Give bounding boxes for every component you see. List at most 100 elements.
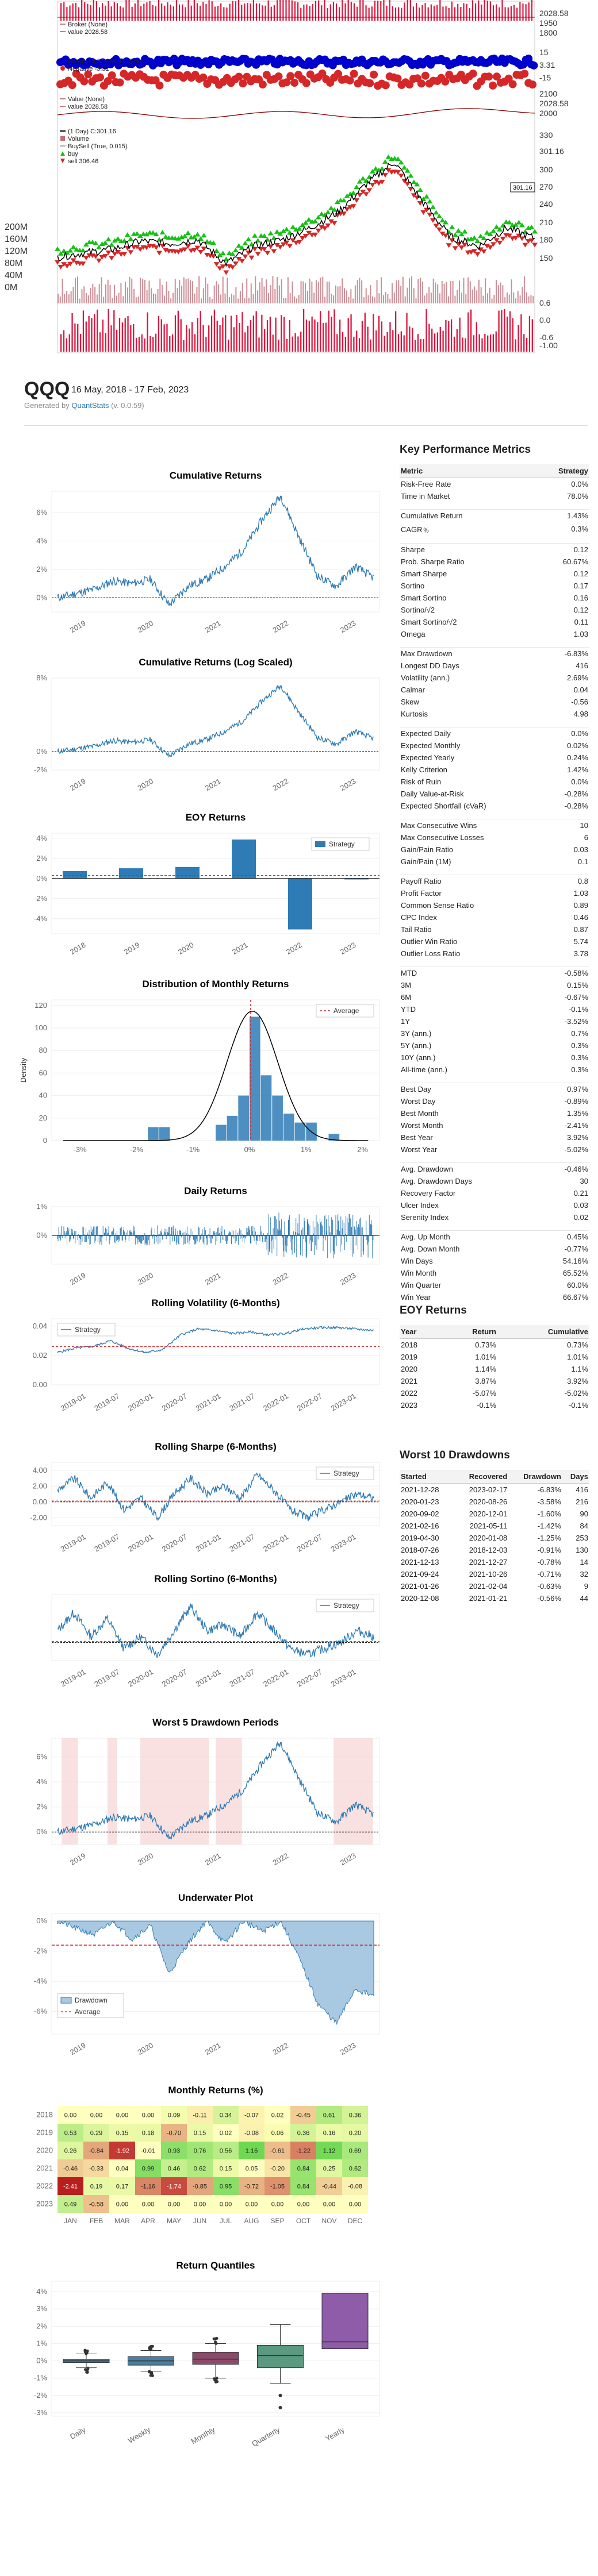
- x-tick-label: 2023-01: [329, 1532, 358, 1554]
- buy-marker: [201, 233, 207, 238]
- signal-bar: [417, 334, 419, 352]
- x-tick-label: 2019-07: [93, 1392, 121, 1413]
- volume-bar: [70, 291, 72, 303]
- broker-bar: [398, 7, 400, 21]
- heatmap-col-label: AUG: [244, 2217, 259, 2225]
- volume-bar: [515, 298, 517, 303]
- heatmap-value: 0.06: [271, 2130, 283, 2137]
- chart-title: Return Quantiles: [177, 2260, 255, 2271]
- table-cell: 2020-01-08: [469, 1534, 508, 1542]
- volume-bar: [315, 280, 317, 303]
- table-cell: 0.17: [573, 582, 588, 590]
- broker-bar: [329, 4, 331, 21]
- table-cell: 0.03: [573, 1201, 588, 1210]
- x-tick-label: 2022: [285, 941, 304, 956]
- table-cell: 0.21: [573, 1189, 588, 1197]
- heatmap-value: 0.84: [297, 2184, 309, 2190]
- chart-title: Daily Returns: [184, 1185, 247, 1196]
- buy-marker: [246, 236, 251, 241]
- sell-marker: [458, 245, 465, 251]
- table-row: Avg. Up Month 0.45%: [400, 1231, 589, 1243]
- broker-bar: [401, 7, 402, 21]
- sell-marker: [315, 228, 321, 233]
- signal-bar: [456, 329, 458, 352]
- table-cell: Expected Daily: [401, 729, 451, 738]
- signal-bar: [297, 336, 299, 352]
- volume-bar: [248, 298, 250, 303]
- volume-bar: [428, 287, 430, 303]
- volume-bar: [287, 277, 289, 303]
- table-cell: -2.41%: [564, 1121, 588, 1130]
- table-row: 2021 3.87% 3.92%: [400, 1375, 589, 1387]
- broker-bar: [226, 7, 228, 21]
- signal-bar: [105, 333, 106, 352]
- chart-title: EOY Returns: [186, 812, 246, 823]
- axis-label: 270: [539, 182, 553, 191]
- signal-bar: [225, 315, 227, 352]
- negative-dot: [366, 79, 374, 87]
- table-row: Risk-Free Rate 0.0%: [400, 478, 589, 491]
- heatmap-value: 0.00: [116, 2112, 128, 2119]
- heatmap-value: 0.62: [349, 2166, 361, 2173]
- signal-bar: [266, 319, 269, 352]
- hist-bar: [216, 1125, 227, 1141]
- heatmap-col-label: JUL: [220, 2217, 232, 2225]
- volume-bar: [109, 284, 111, 303]
- table-cell: -0.46%: [564, 1165, 588, 1173]
- heatmap-value: 0.04: [116, 2166, 128, 2173]
- quantstats-link[interactable]: QuantStats: [71, 401, 109, 410]
- heatmap-value: 0.15: [194, 2130, 206, 2137]
- volume-bar: [463, 278, 465, 303]
- broker-bar: [98, 7, 101, 21]
- heatmap-value: 0.61: [323, 2112, 335, 2119]
- x-tick-label: 2021: [231, 941, 250, 956]
- volume-bar: [283, 298, 285, 303]
- signal-bar: [526, 337, 528, 352]
- signal-bar: [261, 314, 263, 352]
- broker-bar: [120, 6, 121, 21]
- volume-bar: [118, 292, 120, 303]
- heatmap-row-label: 2021: [36, 2164, 53, 2173]
- table-cell: -1.60%: [537, 1510, 561, 1518]
- table-cell: -3.52%: [564, 1017, 588, 1026]
- volume-bar: [502, 285, 504, 303]
- table-cell: 3.87%: [475, 1377, 497, 1385]
- eoy-bar: [232, 840, 256, 879]
- table-cell: 2020-08-26: [469, 1497, 508, 1506]
- broker-bar: [454, 7, 456, 21]
- heatmap-value: 0.84: [297, 2166, 309, 2173]
- volume-bar: [179, 280, 181, 303]
- signal-bar: [492, 334, 494, 352]
- page-title: QQQ: [24, 378, 70, 400]
- heatmap-value: 1.12: [323, 2148, 335, 2155]
- y-tick-label: 4%: [36, 1777, 47, 1786]
- volume-bar: [292, 281, 293, 303]
- positive-dot: [530, 61, 538, 70]
- table-row: Omega 1.03: [400, 628, 589, 640]
- y-tick-label: 2%: [36, 854, 47, 862]
- volume-bar: [133, 288, 135, 303]
- broker-bar: [214, 6, 216, 21]
- table-cell: Calmar: [401, 686, 425, 694]
- broker-bar: [339, 7, 340, 21]
- negative-dot: [108, 71, 116, 80]
- sell-marker: [331, 221, 338, 226]
- signal-bar: [403, 335, 405, 352]
- signal-bar: [194, 334, 196, 352]
- volume-bar: [261, 278, 263, 303]
- table-cell: 65.52%: [562, 1269, 588, 1277]
- signal-bar: [205, 337, 207, 352]
- volume-bar: [157, 288, 159, 303]
- volume-bar: [333, 295, 335, 303]
- table-row: Avg. Down Month -0.77%: [400, 1243, 589, 1255]
- table-cell: 0.24%: [567, 753, 588, 762]
- signal-bar: [476, 322, 477, 352]
- y-tick-label: 0.00: [33, 1497, 47, 1506]
- table-cell: 84: [580, 1522, 588, 1530]
- broker-bar: [131, 6, 133, 21]
- y-tick-label: 4.00: [33, 1466, 47, 1474]
- legend-text: value 2028.58: [68, 103, 108, 110]
- heatmap-col-label: MAR: [114, 2217, 130, 2225]
- table-cell: 1Y: [401, 1017, 410, 1026]
- signal-bar: [453, 336, 455, 352]
